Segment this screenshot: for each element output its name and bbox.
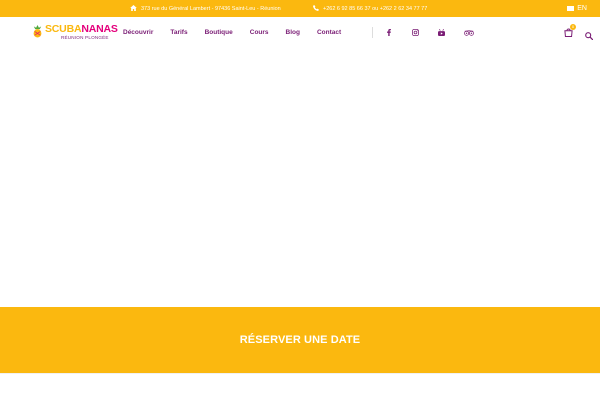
language-label[interactable]: EN: [577, 5, 587, 12]
primary-nav: Découvrir Tarifs Boutique Cours Blog Con…: [123, 17, 358, 48]
language-switcher[interactable]: EN: [567, 0, 587, 17]
nav-item-contact[interactable]: Contact: [317, 29, 341, 36]
address-block: 373 rue du Général Lambert - 97436 Saint…: [130, 0, 281, 17]
cart-button[interactable]: 0: [564, 24, 576, 38]
pineapple-logo-icon: [33, 25, 42, 38]
logo-wordmark: SCUBANANAS: [45, 24, 118, 35]
facebook-icon[interactable]: [384, 17, 394, 48]
instagram-icon[interactable]: [410, 17, 420, 48]
home-icon: [130, 4, 137, 13]
book-date-button[interactable]: RÉSERVER UNE DATE: [240, 334, 360, 346]
nav-item-tarifs[interactable]: Tarifs: [170, 29, 187, 36]
nav-item-boutique[interactable]: Boutique: [205, 29, 233, 36]
nav-item-decouvrir[interactable]: Découvrir: [123, 29, 153, 36]
main-header: SCUBANANAS RÉUNION PLONGÉE Découvrir Tar…: [0, 17, 600, 48]
logo-tagline: RÉUNION PLONGÉE: [61, 35, 109, 40]
phone-icon: [313, 4, 319, 13]
booking-band: RÉSERVER UNE DATE: [0, 307, 600, 373]
phone-block[interactable]: +262 6 92 85 66 37 ou +262 2 62 34 77 77: [313, 0, 427, 17]
top-info-bar: 373 rue du Général Lambert - 97436 Saint…: [0, 0, 600, 17]
youtube-icon[interactable]: [436, 17, 446, 48]
phone-text[interactable]: +262 6 92 85 66 37 ou +262 2 62 34 77 77: [323, 6, 427, 12]
logo-word-scuba: SCUBA: [45, 23, 82, 35]
cart-count-badge: 0: [570, 24, 576, 30]
tripadvisor-icon[interactable]: [464, 17, 474, 48]
flag-icon: [567, 6, 575, 11]
content-section-start: [0, 373, 600, 400]
search-icon: [585, 32, 594, 41]
logo-word-nanas: NANAS: [81, 23, 118, 35]
site-logo[interactable]: SCUBANANAS RÉUNION PLONGÉE: [31, 24, 118, 42]
nav-item-cours[interactable]: Cours: [250, 29, 269, 36]
search-button[interactable]: [585, 27, 595, 41]
hero-area: [0, 48, 600, 307]
nav-item-blog[interactable]: Blog: [286, 29, 300, 36]
nav-divider: [372, 27, 373, 38]
address-text: 373 rue du Général Lambert - 97436 Saint…: [141, 5, 281, 12]
